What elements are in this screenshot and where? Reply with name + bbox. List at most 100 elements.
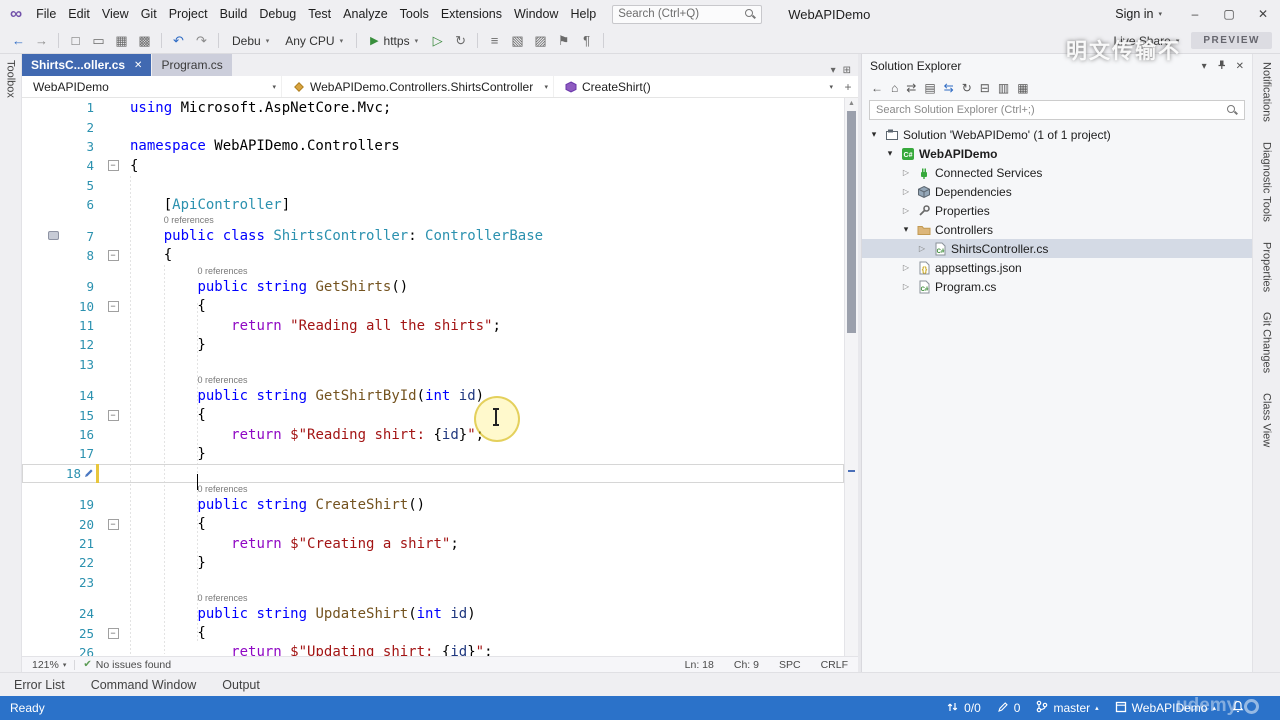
scrollbar-thumb[interactable] — [847, 111, 856, 333]
live-share-button[interactable]: Live Share ▾ — [1113, 34, 1179, 48]
code-editor[interactable]: 1 using Microsoft.AspNetCore.Mvc; 2 3 namesp… — [22, 98, 858, 656]
document-tab[interactable]: Program.cs — [152, 54, 232, 76]
menu-build[interactable]: Build — [214, 0, 254, 28]
code-line[interactable]: 1 using Microsoft.AspNetCore.Mvc; — [22, 98, 844, 117]
start-debugging-button[interactable]: ▶ https ▾ — [363, 34, 425, 48]
code-line[interactable]: 12 } — [22, 335, 844, 354]
menu-view[interactable]: View — [96, 0, 135, 28]
git-branch-button[interactable]: master ▴ — [1036, 700, 1099, 716]
tree-item-controllers[interactable]: ▾ Controllers — [862, 220, 1252, 239]
panel-tab-git-changes[interactable]: Git Changes — [1261, 312, 1273, 373]
tree-item-program-cs[interactable]: ▷ C# Program.cs — [862, 277, 1252, 296]
eol-indicator[interactable]: CRLF — [821, 659, 848, 671]
close-icon[interactable]: ✕ — [1246, 0, 1280, 28]
menu-tools[interactable]: Tools — [394, 0, 435, 28]
tree-item-dependencies[interactable]: ▷ Dependencies — [862, 182, 1252, 201]
home-icon[interactable]: ⌂ — [891, 79, 898, 97]
tree-item-properties[interactable]: ▷ Properties — [862, 201, 1252, 220]
menu-debug[interactable]: Debug — [253, 0, 302, 28]
tree-item-webapidemo[interactable]: ▾ C# WebAPIDemo — [862, 144, 1252, 163]
codelens-references[interactable]: 0 references — [22, 265, 844, 277]
tree-collapsed-arrow-icon[interactable]: ▷ — [900, 206, 912, 215]
minimize-icon[interactable]: – — [1178, 0, 1212, 28]
collapse-region-icon[interactable]: − — [107, 300, 119, 312]
menu-git[interactable]: Git — [135, 0, 163, 28]
codelens-references[interactable]: 0 references — [22, 374, 844, 386]
code-line[interactable]: 8 − { — [22, 246, 844, 265]
pending-edits-button[interactable]: 0 — [997, 701, 1020, 716]
code-line[interactable]: 21 return $"Creating a shirt"; — [22, 534, 844, 553]
panel-tab-command-window[interactable]: Command Window — [91, 678, 197, 692]
panel-tab-error-list[interactable]: Error List — [14, 678, 65, 692]
code-line[interactable]: 15 − { — [22, 405, 844, 424]
outline-icon[interactable]: ≡ — [484, 29, 505, 53]
sign-in-button[interactable]: Sign in ▾ — [1115, 7, 1162, 21]
code-line[interactable]: 2 — [22, 117, 844, 136]
close-icon[interactable]: ✕ — [134, 60, 142, 71]
solution-explorer-search-box[interactable]: Search Solution Explorer (Ctrl+;) — [869, 100, 1245, 120]
code-line[interactable]: 5 — [22, 176, 844, 195]
debug-target-dropdown[interactable]: Debu ▾ — [225, 34, 276, 48]
tree-item-connected-services[interactable]: ▷ Connected Services — [862, 163, 1252, 182]
notifications-bell-button[interactable] — [1232, 700, 1244, 716]
menu-test[interactable]: Test — [302, 0, 337, 28]
tree-collapsed-arrow-icon[interactable]: ▷ — [900, 282, 912, 291]
panel-tab-diagnostic-tools[interactable]: Diagnostic Tools — [1261, 142, 1273, 222]
editor-scrollbar[interactable]: ▲ — [844, 98, 858, 656]
panel-tab-output[interactable]: Output — [222, 678, 260, 692]
bookmark-icon[interactable]: ⚑ — [553, 29, 574, 53]
code-line[interactable]: 16 return $"Reading shirt: {id}"; — [22, 425, 844, 444]
tree-collapsed-arrow-icon[interactable]: ▷ — [916, 244, 928, 253]
open-folder-icon[interactable]: ▭ — [88, 29, 109, 53]
menu-help[interactable]: Help — [564, 0, 602, 28]
panel-tab-class-view[interactable]: Class View — [1261, 393, 1273, 447]
code-line[interactable]: 20 − { — [22, 514, 844, 533]
tree-item-appsettings-json[interactable]: ▷ {} appsettings.json — [862, 258, 1252, 277]
code-line[interactable]: 9 public string GetShirts() — [22, 277, 844, 296]
zoom-control[interactable]: 121% ▾ — [32, 659, 66, 671]
code-line[interactable]: 17 } — [22, 444, 844, 463]
codelens-references[interactable]: 0 references — [22, 214, 844, 226]
codelens-references[interactable]: 0 references — [22, 483, 844, 495]
line-indicator[interactable]: Ln: 18 — [685, 659, 714, 671]
menu-project[interactable]: Project — [163, 0, 214, 28]
git-sync-button[interactable]: 0/0 — [946, 701, 981, 716]
tree-expanded-arrow-icon[interactable]: ▾ — [868, 129, 880, 140]
document-tab[interactable]: ShirtsC...oller.cs ✕ — [22, 54, 152, 76]
collapse-region-icon[interactable]: − — [107, 409, 119, 421]
tree-collapsed-arrow-icon[interactable]: ▷ — [900, 187, 912, 196]
comment-icon[interactable]: ▧ — [507, 29, 528, 53]
se-back-icon[interactable]: ← — [871, 79, 883, 97]
refresh-icon[interactable]: ↻ — [450, 29, 471, 53]
breadcrumb-project-dropdown[interactable]: WebAPIDemo ▾ — [22, 76, 282, 97]
menu-edit[interactable]: Edit — [62, 0, 96, 28]
breadcrumb-member-dropdown[interactable]: CreateShirt() ▾ — [554, 76, 838, 97]
back-icon[interactable]: ← — [8, 29, 29, 53]
code-line[interactable]: 19 public string CreateShirt() — [22, 495, 844, 514]
tree-expanded-arrow-icon[interactable]: ▾ — [884, 148, 896, 159]
switch-views-icon[interactable]: ⇄ — [906, 79, 916, 97]
code-line[interactable]: 18 — [22, 463, 844, 491]
tree-item-solution-webapidemo-1-of-1-project[interactable]: ▾ Solution 'WebAPIDemo' (1 of 1 project) — [862, 125, 1252, 144]
panel-tab-properties[interactable]: Properties — [1261, 242, 1273, 292]
pin-icon[interactable] — [1216, 59, 1227, 73]
panel-tab-notifications[interactable]: Notifications — [1261, 62, 1273, 122]
collapse-all-icon[interactable]: ⊟ — [980, 79, 990, 97]
forward-icon[interactable]: → — [31, 29, 52, 53]
code-line[interactable]: 7 public class ShirtsController: Control… — [22, 226, 844, 245]
float-tab-icon[interactable]: ⊞ — [843, 65, 851, 76]
pending-changes-icon[interactable]: ▤ — [924, 79, 935, 97]
new-file-icon[interactable]: □ — [65, 29, 86, 53]
code-line[interactable]: 4 −{ — [22, 156, 844, 175]
code-line[interactable]: 11 return "Reading all the shirts"; — [22, 316, 844, 335]
space-indicator[interactable]: SPC — [779, 659, 801, 671]
menu-file[interactable]: File — [30, 0, 62, 28]
save-all-icon[interactable]: ▩ — [134, 29, 155, 53]
collapse-region-icon[interactable]: − — [107, 627, 119, 639]
chevron-down-icon[interactable]: ▾ — [1202, 61, 1207, 72]
collapse-region-icon[interactable]: − — [107, 518, 119, 530]
code-line[interactable]: 22 } — [22, 553, 844, 572]
tree-item-shirtscontroller-cs[interactable]: ▷ C# ShirtsController.cs — [862, 239, 1252, 258]
menu-window[interactable]: Window — [508, 0, 564, 28]
close-icon[interactable]: ✕ — [1236, 61, 1244, 72]
